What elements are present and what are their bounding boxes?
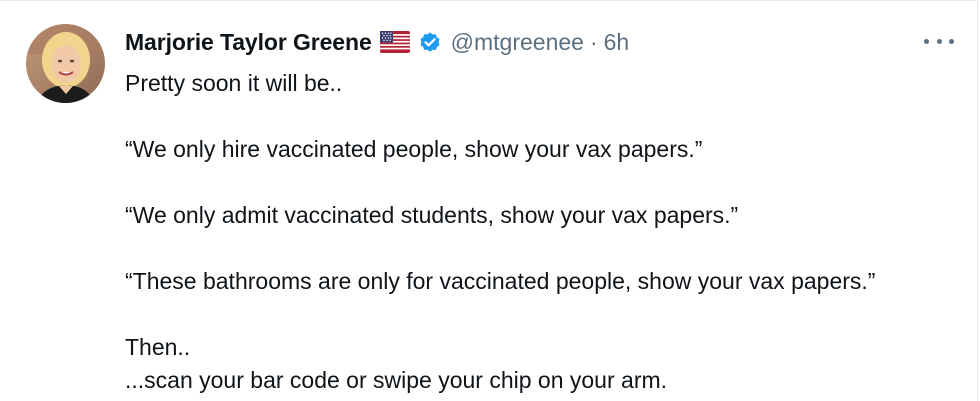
us-flag-icon — [379, 31, 410, 53]
tweet-header: Marjorie Taylor Greene @mtgreenee · 6h — [125, 27, 629, 57]
tweet-line: “These bathrooms are only for vaccinated… — [125, 268, 876, 294]
more-options-icon[interactable] — [924, 31, 954, 51]
tweet-line: ...scan your bar code or swipe your chip… — [125, 367, 668, 393]
header-separator: · — [589, 28, 598, 55]
tweet-line: “We only hire vaccinated people, show yo… — [125, 136, 703, 162]
tweet-text: Pretty soon it will be.. “We only hire v… — [125, 67, 965, 397]
display-name[interactable]: Marjorie Taylor Greene — [125, 29, 372, 56]
avatar-photo — [26, 24, 105, 103]
tweet-card[interactable]: Marjorie Taylor Greene @mtgreenee · 6h P… — [0, 0, 978, 401]
more-dot — [949, 38, 954, 44]
more-dot — [924, 38, 929, 44]
tweet-line: Pretty soon it will be.. — [125, 70, 343, 96]
user-handle[interactable]: @mtgreenee — [451, 29, 584, 56]
tweet-timestamp[interactable]: 6h — [604, 29, 630, 56]
avatar[interactable] — [26, 24, 105, 103]
tweet-line: “We only admit vaccinated students, show… — [125, 202, 739, 228]
tweet-line: Then.. — [125, 334, 191, 360]
more-dot — [936, 38, 942, 44]
verified-badge-icon — [418, 30, 442, 54]
